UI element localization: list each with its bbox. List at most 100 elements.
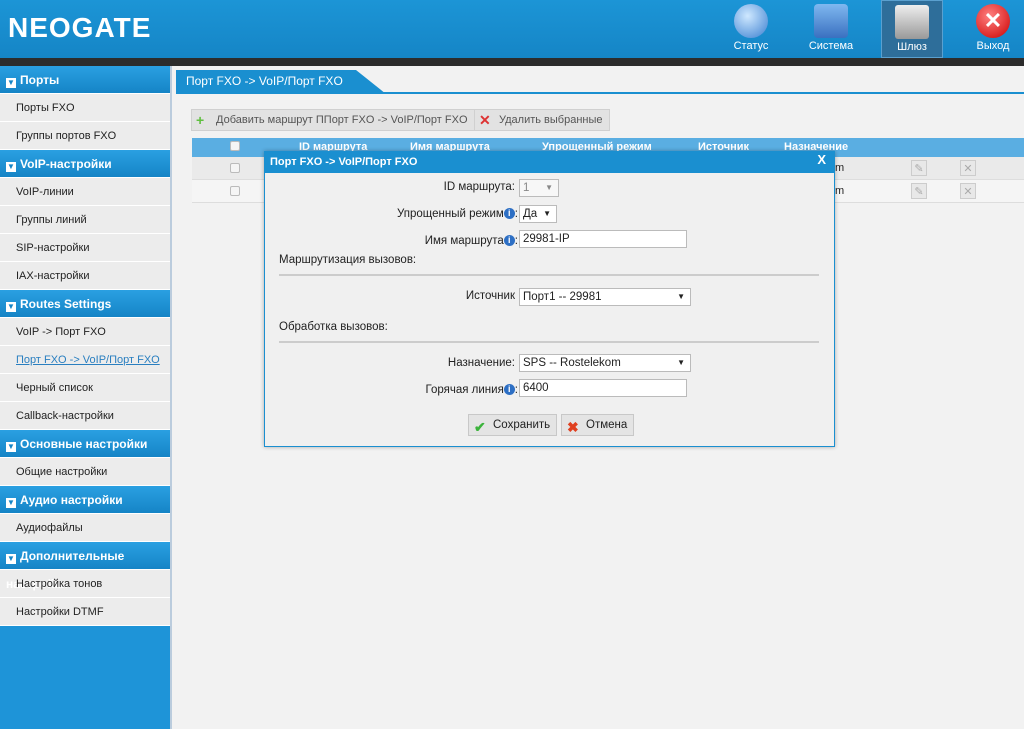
- section-title: Порты: [20, 73, 60, 87]
- button-label: Сохранить: [493, 419, 551, 431]
- chevron-down-icon: ▼: [543, 209, 551, 218]
- sidebar-section-header[interactable]: ▼ Порты: [0, 66, 170, 94]
- call-handling-heading: Обработка вызовов:: [279, 321, 388, 333]
- label-text: Имя маршрута: [424, 235, 504, 247]
- route-id-label: ID маршрута:: [443, 181, 515, 193]
- sidebar-item[interactable]: Callback-настройки: [0, 402, 170, 430]
- source-select[interactable]: Порт1 -- 29981 ▼: [519, 288, 691, 306]
- edit-icon[interactable]: ✎: [911, 160, 927, 176]
- hotline-input[interactable]: 6400: [519, 379, 687, 397]
- source-value: Порт1 -- 29981: [523, 291, 602, 303]
- source-label: Источник: [465, 290, 515, 302]
- nav-label: Выход: [976, 40, 1010, 52]
- nav-gateway[interactable]: Шлюз: [881, 0, 943, 58]
- sidebar-item[interactable]: Настройка тонов: [0, 570, 170, 598]
- info-icon[interactable]: i: [503, 235, 515, 246]
- row-checkbox[interactable]: [230, 163, 240, 173]
- simple-mode-label: Упрощенный режим i:: [396, 208, 518, 220]
- info-icon[interactable]: i: [503, 384, 515, 395]
- add-route-button[interactable]: + Добавить маршрут ППорт FXO -> VoIP/Порт…: [191, 109, 475, 131]
- plus-icon: +: [196, 112, 205, 128]
- top-header: NEOGATE Статус Система Шлюз ✕ Выход: [0, 0, 1024, 58]
- sidebar-item[interactable]: Порты FXO: [0, 94, 170, 122]
- sidebar-item[interactable]: SIP-настройки: [0, 234, 170, 262]
- select-all-checkbox[interactable]: [230, 141, 240, 151]
- sidebar-section-header[interactable]: ▼ Routes Settings: [0, 290, 170, 318]
- collapse-icon: ▼: [6, 78, 16, 88]
- nav-system[interactable]: Система: [800, 0, 862, 58]
- sidebar-section-header[interactable]: ▼ Основные настройки: [0, 430, 170, 458]
- nav-status[interactable]: Статус: [720, 0, 782, 58]
- nav-label: Статус: [733, 40, 769, 52]
- label-text: Горячая линия: [425, 384, 504, 396]
- dialog-title: Порт FXO -> VoIP/Порт FXO: [265, 152, 834, 173]
- chevron-down-icon: ▼: [677, 292, 685, 301]
- sidebar: ▼ Порты Порты FXO Группы портов FXO ▼ VoIP-на…: [0, 66, 172, 729]
- section-title: Аудио настройки: [20, 493, 123, 507]
- section-title: VoIP-настройки: [20, 157, 112, 171]
- sidebar-item[interactable]: Черный список: [0, 374, 170, 402]
- route-name-input[interactable]: 29981-IP: [519, 230, 687, 248]
- tab-underline: [176, 92, 1024, 94]
- hotline-label: Горячая линия i:: [425, 384, 518, 396]
- simple-mode-value: Да: [523, 208, 538, 220]
- sidebar-item[interactable]: Настройки DTMF: [0, 598, 170, 626]
- delete-selected-button[interactable]: ✕ Удалить выбранные: [474, 109, 610, 131]
- sidebar-item[interactable]: VoIP -> Порт FXO: [0, 318, 170, 346]
- delete-icon[interactable]: ✕: [960, 183, 976, 199]
- collapse-icon: ▼: [6, 302, 16, 312]
- route-id-value: 1: [523, 182, 530, 194]
- collapse-icon: ▼: [6, 442, 16, 452]
- sidebar-item[interactable]: Группы портов FXO: [0, 122, 170, 150]
- label-text: Упрощенный режим: [396, 208, 504, 220]
- status-icon: [734, 4, 768, 38]
- sidebar-item[interactable]: Группы линий: [0, 206, 170, 234]
- call-routing-heading: Маршрутизация вызовов:: [279, 254, 417, 266]
- button-label: Отмена: [586, 419, 628, 431]
- tab-fxo-to-voip[interactable]: Порт FXO -> VoIP/Порт FXO: [176, 70, 386, 94]
- cancel-button[interactable]: ✖ Отмена: [561, 414, 635, 436]
- close-button[interactable]: X: [817, 152, 826, 167]
- section-title: Routes Settings: [20, 297, 112, 311]
- divider: [279, 274, 819, 276]
- divider: [279, 341, 819, 343]
- route-name-label: Имя маршрута i:: [424, 235, 518, 247]
- logo: NEOGATE: [8, 12, 152, 43]
- collapse-icon: ▼: [6, 162, 16, 172]
- route-dialog: Порт FXO -> VoIP/Порт FXO X ID маршрута:…: [264, 151, 835, 447]
- sidebar-section-header[interactable]: ▼ VoIP-настройки: [0, 150, 170, 178]
- nav-label: Шлюз: [897, 41, 927, 53]
- destination-label: Назначение:: [447, 357, 515, 369]
- delete-icon[interactable]: ✕: [960, 160, 976, 176]
- sidebar-section-header[interactable]: ▼ Аудио настройки: [0, 486, 170, 514]
- gateway-icon: [895, 5, 929, 39]
- info-icon[interactable]: i: [503, 208, 515, 219]
- row-destination: m: [835, 185, 845, 197]
- logout-icon: ✕: [976, 4, 1010, 38]
- simple-mode-select[interactable]: Да ▼: [519, 205, 557, 223]
- sidebar-item[interactable]: Порт FXO -> VoIP/Порт FXO: [0, 346, 170, 374]
- sidebar-item[interactable]: Аудиофайлы: [0, 514, 170, 542]
- row-destination: m: [835, 162, 845, 174]
- edit-icon[interactable]: ✎: [911, 183, 927, 199]
- delete-icon: ✕: [479, 112, 491, 128]
- destination-select[interactable]: SPS -- Rostelekom ▼: [519, 354, 691, 372]
- row-checkbox[interactable]: [230, 186, 240, 196]
- cancel-icon: ✖: [567, 419, 579, 435]
- sidebar-item[interactable]: Общие настройки: [0, 458, 170, 486]
- collapse-icon: ▼: [6, 554, 16, 564]
- sidebar-item[interactable]: VoIP-линии: [0, 178, 170, 206]
- button-label: Удалить выбранные: [499, 114, 603, 126]
- button-label: Добавить маршрут ППорт FXO -> VoIP/Порт …: [216, 114, 468, 126]
- destination-value: SPS -- Rostelekom: [523, 357, 621, 369]
- nav-logout[interactable]: ✕ Выход: [962, 0, 1024, 58]
- sidebar-item[interactable]: IAX-настройки: [0, 262, 170, 290]
- system-icon: [814, 4, 848, 38]
- chevron-down-icon: ▼: [545, 183, 553, 192]
- save-button[interactable]: ✔ Сохранить: [468, 414, 558, 436]
- check-icon: ✔: [474, 419, 486, 435]
- collapse-icon: ▼: [6, 498, 16, 508]
- route-id-select[interactable]: 1 ▼: [519, 179, 559, 197]
- sidebar-section-header[interactable]: ▼Дополнительные настройки: [0, 542, 170, 591]
- section-title: Основные настройки: [20, 437, 148, 451]
